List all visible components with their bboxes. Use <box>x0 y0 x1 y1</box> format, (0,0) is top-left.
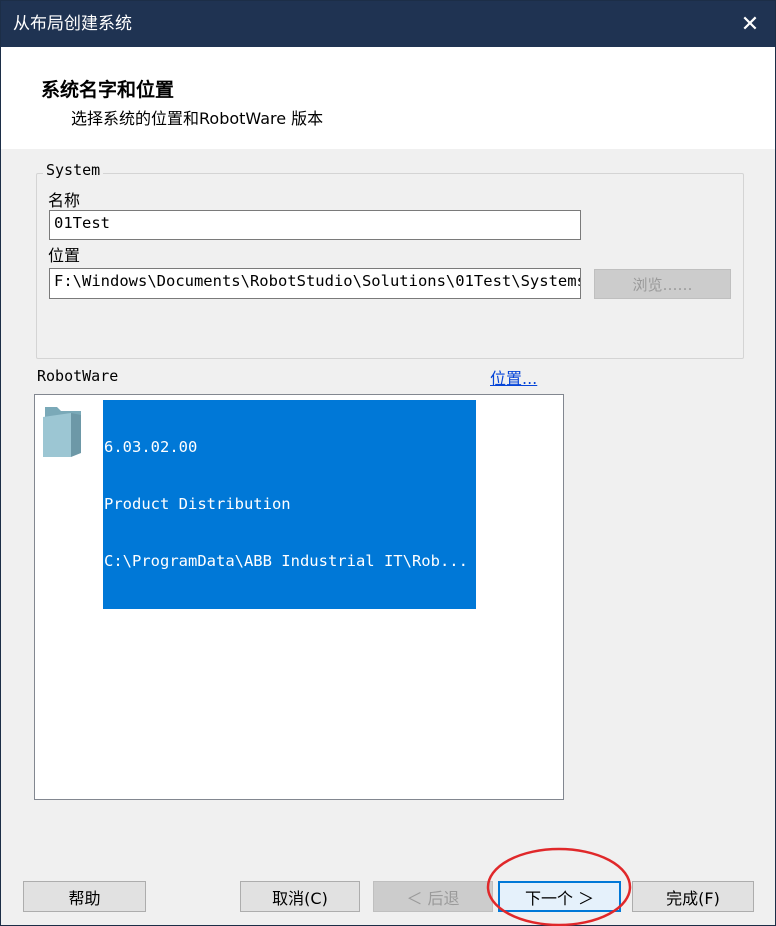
robotware-distribution: Product Distribution <box>104 495 291 513</box>
robotware-listbox[interactable]: 6.03.02.00 Product Distribution C:\Progr… <box>34 394 564 800</box>
back-button[interactable]: ＜ 后退 <box>373 881 493 912</box>
robotware-label: RobotWare <box>37 367 119 385</box>
system-location-label: 位置 <box>48 246 81 265</box>
browse-button[interactable]: 浏览…… <box>594 269 731 299</box>
window-title: 从布局创建系统 <box>13 14 132 34</box>
robotware-item-text[interactable]: 6.03.02.00 Product Distribution C:\Progr… <box>103 400 476 609</box>
system-groupbox <box>36 173 744 359</box>
system-name-label: 名称 <box>48 191 81 210</box>
system-groupbox-legend: System <box>43 161 104 179</box>
page-title: 系统名字和位置 <box>41 79 175 101</box>
cancel-button[interactable]: 取消(C) <box>240 881 360 912</box>
system-name-input[interactable]: 01Test <box>49 210 581 240</box>
wizard-header: 系统名字和位置 选择系统的位置和RobotWare 版本 <box>1 47 775 149</box>
robotware-location-link[interactable]: 位置... <box>490 365 537 389</box>
robotware-version: 6.03.02.00 <box>104 438 198 456</box>
title-bar[interactable]: 从布局创建系统 ✕ <box>1 1 775 47</box>
help-button[interactable]: 帮助 <box>23 881 146 912</box>
close-icon: ✕ <box>740 11 760 37</box>
page-subtitle: 选择系统的位置和RobotWare 版本 <box>71 109 324 128</box>
create-system-dialog: 从布局创建系统 ✕ 系统名字和位置 选择系统的位置和RobotWare 版本 S… <box>0 0 776 926</box>
finish-button[interactable]: 完成(F) <box>632 881 754 912</box>
close-button[interactable]: ✕ <box>725 1 775 47</box>
system-location-input[interactable]: F:\Windows\Documents\RobotStudio\Solutio… <box>49 268 581 299</box>
next-button[interactable]: 下一个 ＞ <box>498 881 621 912</box>
folder-icon <box>43 407 81 457</box>
robotware-path: C:\ProgramData\ABB Industrial IT\Rob... <box>104 552 468 570</box>
